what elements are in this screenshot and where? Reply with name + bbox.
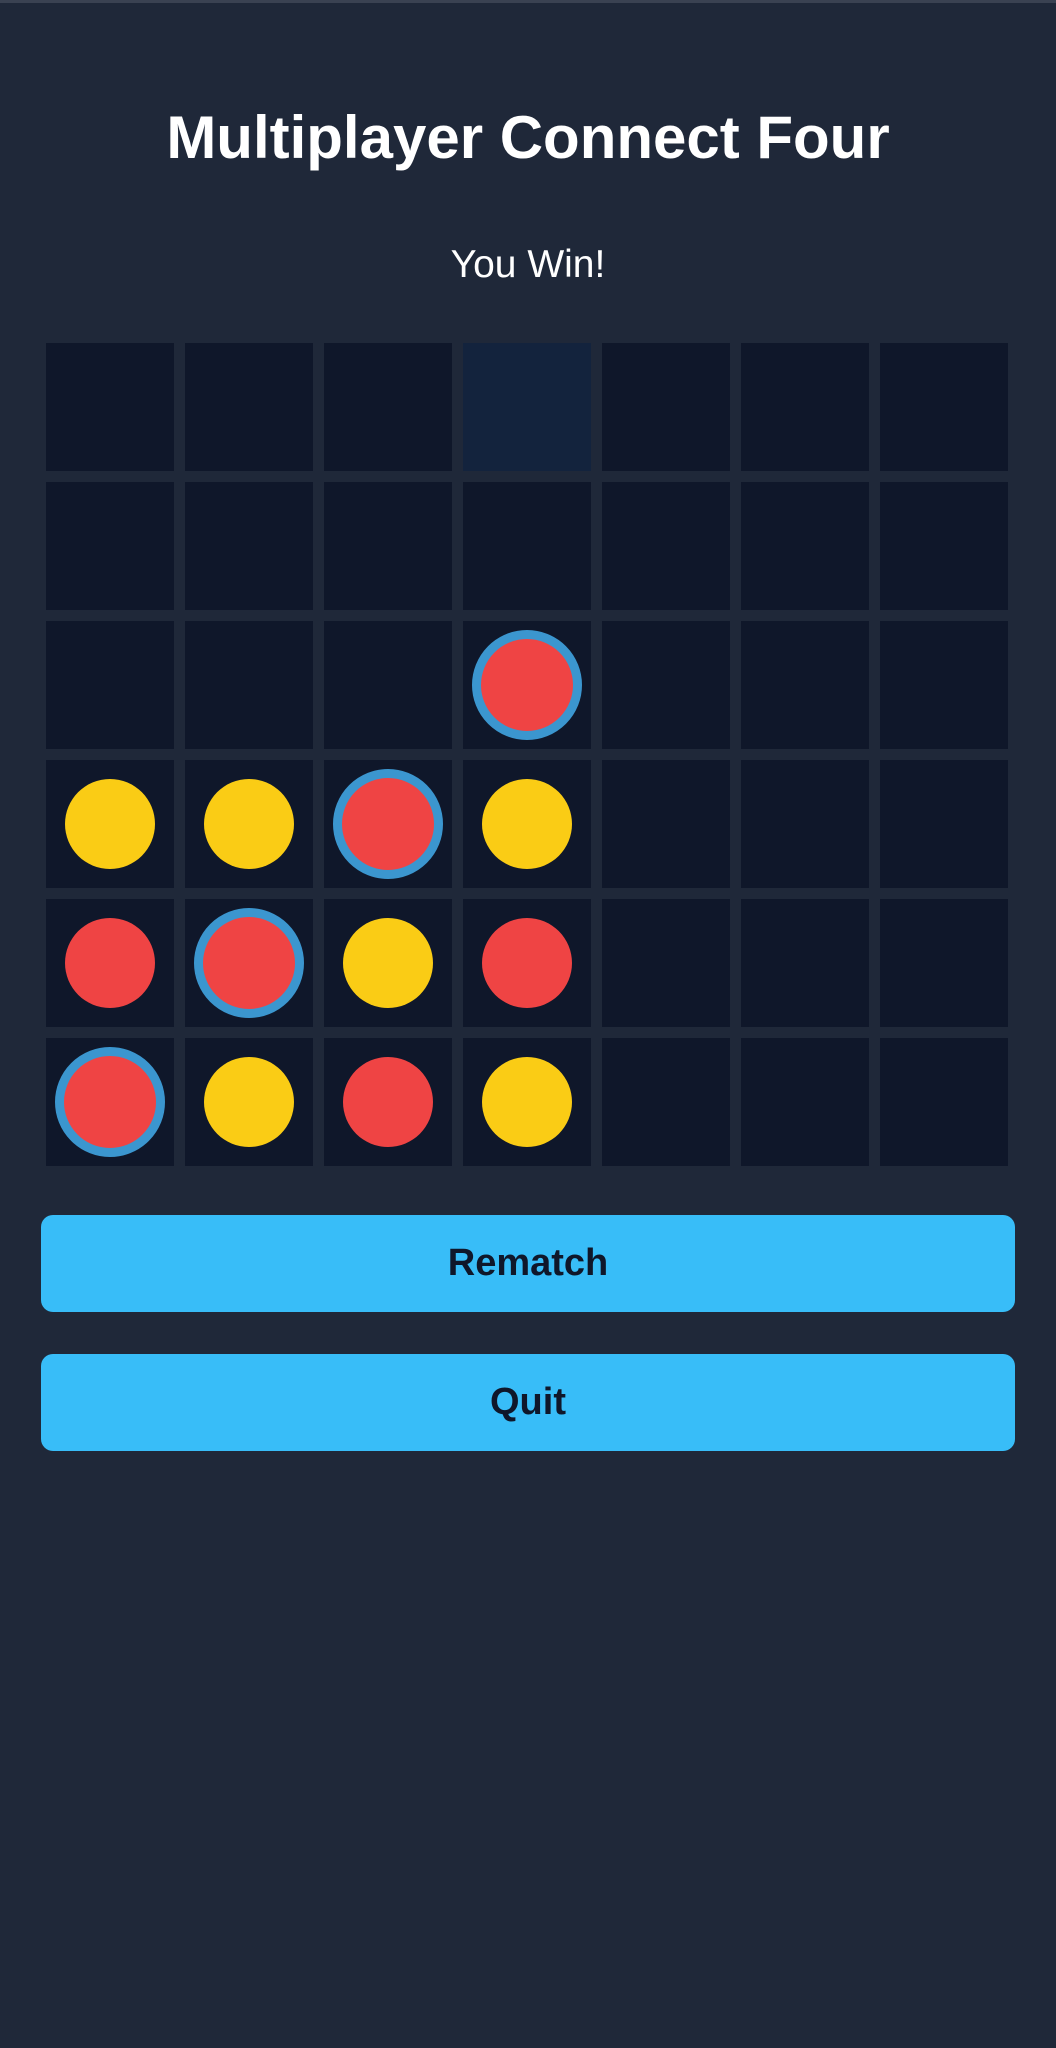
- board-cell-r4-c4[interactable]: [463, 760, 591, 888]
- board-cell-r6-c2[interactable]: [185, 1038, 313, 1166]
- board-cell-r2-c3[interactable]: [324, 482, 452, 610]
- yellow-disc: [204, 1057, 294, 1147]
- board-cell-r4-c6[interactable]: [741, 760, 869, 888]
- board-cell-r6-c6[interactable]: [741, 1038, 869, 1166]
- board-cell-r4-c3[interactable]: [324, 760, 452, 888]
- rematch-button[interactable]: Rematch: [41, 1215, 1015, 1312]
- board-cell-r1-c4[interactable]: [463, 343, 591, 471]
- board-cell-r4-c2[interactable]: [185, 760, 313, 888]
- board-cell-r5-c6[interactable]: [741, 899, 869, 1027]
- board-cell-r3-c1[interactable]: [46, 621, 174, 749]
- board-cell-r2-c7[interactable]: [880, 482, 1008, 610]
- board-cell-r3-c7[interactable]: [880, 621, 1008, 749]
- yellow-disc: [482, 1057, 572, 1147]
- yellow-disc: [482, 779, 572, 869]
- winning-red-disc: [333, 769, 443, 879]
- board-cell-r2-c5[interactable]: [602, 482, 730, 610]
- board-cell-r1-c2[interactable]: [185, 343, 313, 471]
- game-status-message: You Win!: [450, 243, 606, 286]
- winning-red-disc: [194, 908, 304, 1018]
- winning-red-disc: [472, 630, 582, 740]
- board-cell-r5-c3[interactable]: [324, 899, 452, 1027]
- yellow-disc: [343, 918, 433, 1008]
- red-disc: [343, 1057, 433, 1147]
- board-cell-r6-c7[interactable]: [880, 1038, 1008, 1166]
- red-disc: [65, 918, 155, 1008]
- board-cell-r1-c7[interactable]: [880, 343, 1008, 471]
- board-cell-r6-c4[interactable]: [463, 1038, 591, 1166]
- board-cell-r1-c1[interactable]: [46, 343, 174, 471]
- board-cell-r3-c4[interactable]: [463, 621, 591, 749]
- board-cell-r4-c1[interactable]: [46, 760, 174, 888]
- board-cell-r6-c3[interactable]: [324, 1038, 452, 1166]
- board-cell-r6-c5[interactable]: [602, 1038, 730, 1166]
- page-title: Multiplayer Connect Four: [166, 104, 890, 171]
- board-cell-r5-c1[interactable]: [46, 899, 174, 1027]
- board-cell-r4-c7[interactable]: [880, 760, 1008, 888]
- board-cell-r4-c5[interactable]: [602, 760, 730, 888]
- board-cell-r5-c4[interactable]: [463, 899, 591, 1027]
- board-cell-r5-c2[interactable]: [185, 899, 313, 1027]
- yellow-disc: [65, 779, 155, 869]
- game-board: [46, 343, 1010, 1166]
- top-edge-divider: [0, 0, 1056, 3]
- winning-red-disc: [55, 1047, 165, 1157]
- board-cell-r3-c2[interactable]: [185, 621, 313, 749]
- board-cell-r3-c3[interactable]: [324, 621, 452, 749]
- yellow-disc: [204, 779, 294, 869]
- board-cell-r5-c7[interactable]: [880, 899, 1008, 1027]
- board-cell-r6-c1[interactable]: [46, 1038, 174, 1166]
- board-cell-r2-c1[interactable]: [46, 482, 174, 610]
- red-disc: [482, 918, 572, 1008]
- board-cell-r2-c4[interactable]: [463, 482, 591, 610]
- board-cell-r1-c6[interactable]: [741, 343, 869, 471]
- quit-button[interactable]: Quit: [41, 1354, 1015, 1451]
- board-cell-r2-c2[interactable]: [185, 482, 313, 610]
- board-cell-r1-c5[interactable]: [602, 343, 730, 471]
- board-cell-r3-c6[interactable]: [741, 621, 869, 749]
- board-cell-r5-c5[interactable]: [602, 899, 730, 1027]
- board-cell-r3-c5[interactable]: [602, 621, 730, 749]
- board-cell-r2-c6[interactable]: [741, 482, 869, 610]
- board-cell-r1-c3[interactable]: [324, 343, 452, 471]
